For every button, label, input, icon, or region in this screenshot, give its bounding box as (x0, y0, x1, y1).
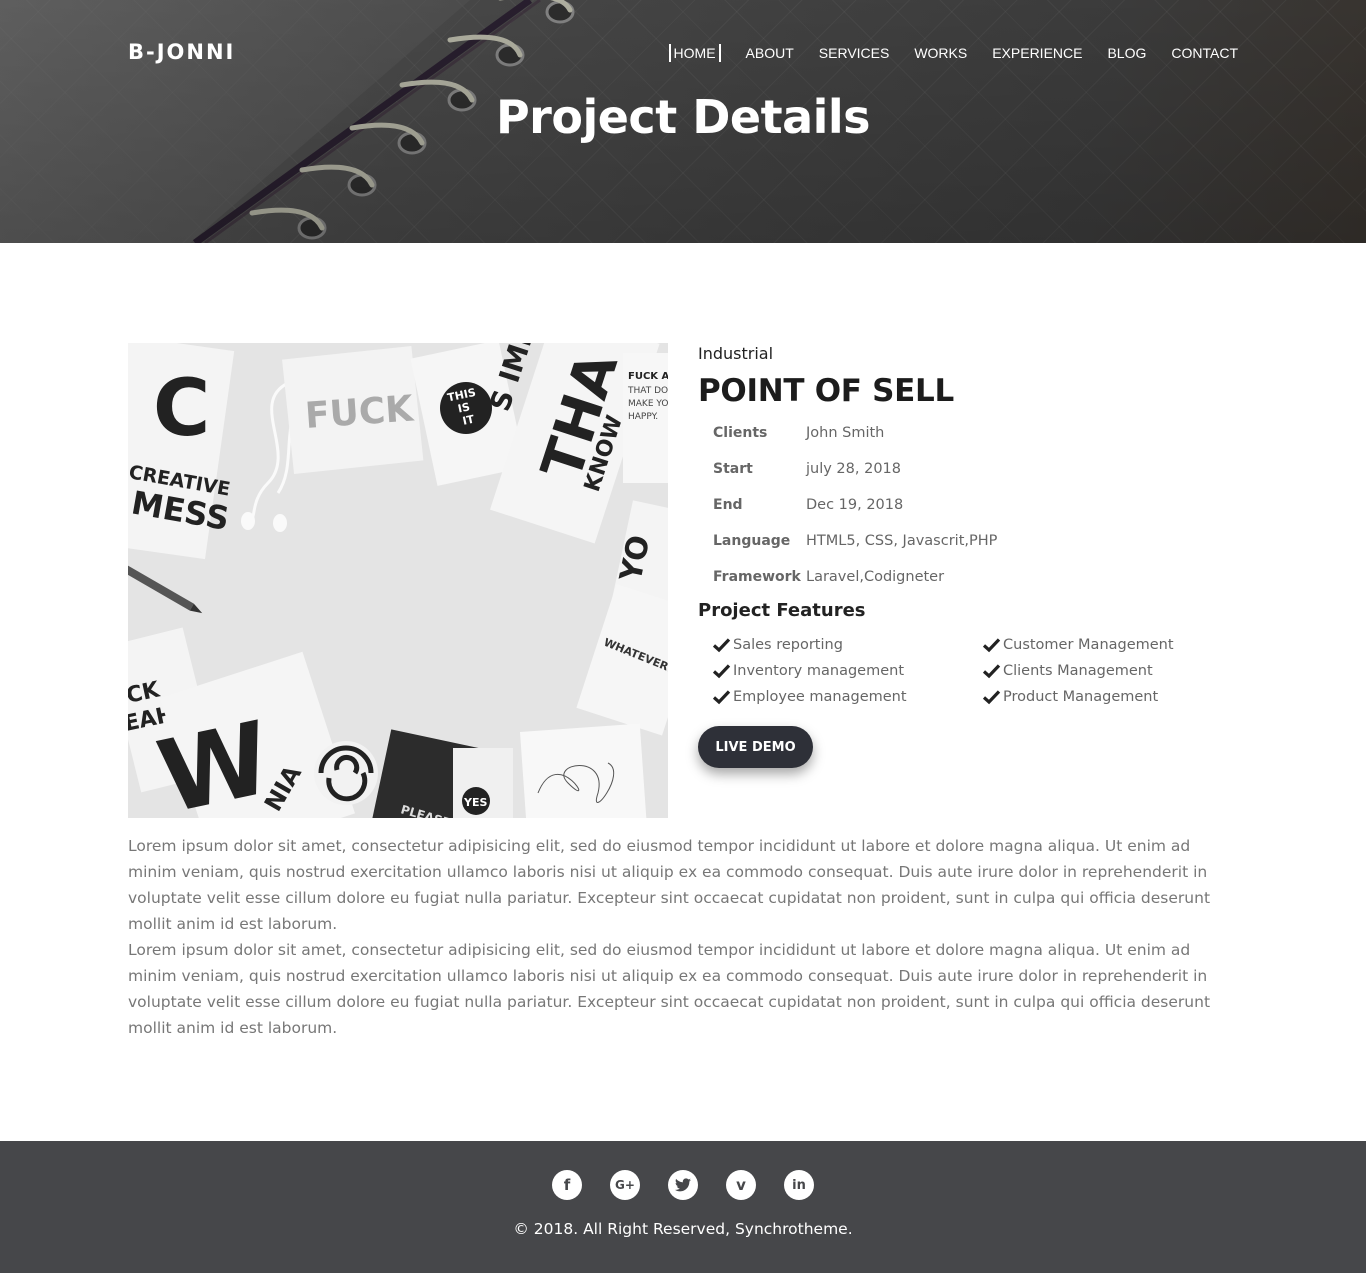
site-logo[interactable]: B-JONNI (128, 40, 235, 64)
nav-item-about[interactable]: ABOUT (746, 44, 794, 62)
project-description: Lorem ipsum dolor sit amet, consectetur … (128, 833, 1238, 1041)
nav-item-home[interactable]: HOME (668, 44, 721, 62)
feature-item: Inventory management (713, 658, 983, 684)
check-icon (983, 664, 1001, 679)
info-label: Start (713, 461, 753, 477)
collage-letter-c: C (153, 364, 210, 454)
feature-label: Product Management (1003, 689, 1159, 705)
info-row-start: Start july 28, 2018 (713, 451, 1238, 487)
collage-text-fuck: FUCK (304, 388, 416, 437)
info-value: HTML5, CSS, Javascrit,PHP (806, 533, 998, 549)
project-details: Industrial POINT OF SELL Clients John Sm… (698, 343, 1238, 768)
nav-item-contact[interactable]: CONTACT (1171, 44, 1238, 62)
project-info-table: Clients John Smith Start july 28, 2018 E… (713, 415, 1238, 595)
feature-item: Customer Management (983, 632, 1233, 658)
info-row-clients: Clients John Smith (713, 415, 1238, 451)
feature-label: Customer Management (1003, 637, 1174, 653)
check-icon (713, 664, 731, 679)
description-paragraph: Lorem ipsum dolor sit amet, consectetur … (128, 837, 1211, 933)
google-plus-icon[interactable]: G+ (610, 1170, 640, 1200)
feature-item: Sales reporting (713, 632, 983, 658)
nav-item-works[interactable]: WORKS (914, 44, 967, 62)
twitter-icon[interactable] (668, 1170, 698, 1200)
info-row-language: Language HTML5, CSS, Javascrit,PHP (713, 523, 1238, 559)
social-links: f G+ v in (0, 1170, 1366, 1200)
nav-item-services[interactable]: SERVICES (819, 44, 890, 62)
site-footer: f G+ v in © 2018. All Right Reserved, Sy… (0, 1141, 1366, 1273)
hero-header: B-JONNI HOME ABOUT SERVICES WORKS EXPERI… (0, 0, 1366, 243)
info-row-end: End Dec 19, 2018 (713, 487, 1238, 523)
info-label: End (713, 497, 743, 513)
project-category: Industrial (698, 344, 774, 363)
info-value: John Smith (806, 425, 885, 441)
main-nav: HOME ABOUT SERVICES WORKS EXPERIENCE BLO… (668, 44, 1238, 62)
project-image: C CREATIVE MESS FUCK THIS IS IT S IMPOR … (128, 343, 668, 818)
project-collage-illustration: C CREATIVE MESS FUCK THIS IS IT S IMPOR … (128, 343, 668, 818)
info-label: Framework (713, 569, 801, 585)
check-icon (983, 638, 1001, 653)
collage-text-fuck-small: FUCK AN (628, 371, 668, 382)
vimeo-icon[interactable]: v (726, 1170, 756, 1200)
feature-item: Clients Management (983, 658, 1233, 684)
check-icon (983, 690, 1001, 705)
features-list: Sales reporting Customer Management Inve… (713, 632, 1238, 710)
feature-item: Employee management (713, 684, 983, 710)
description-paragraph: Lorem ipsum dolor sit amet, consectetur … (128, 941, 1211, 1037)
nav-item-experience[interactable]: EXPERIENCE (992, 44, 1082, 62)
check-icon (713, 638, 731, 653)
linkedin-icon[interactable]: in (784, 1170, 814, 1200)
collage-text-that-do: THAT DO (627, 386, 668, 396)
info-label: Language (713, 533, 791, 549)
nav-item-blog[interactable]: BLOG (1107, 44, 1146, 62)
feature-label: Inventory management (733, 663, 904, 679)
info-value: Dec 19, 2018 (806, 497, 904, 513)
feature-label: Clients Management (1003, 663, 1153, 679)
live-demo-button[interactable]: LIVE DEMO (698, 726, 813, 768)
collage-text-make-yo: MAKE YO (628, 399, 668, 409)
copyright-text: © 2018. All Right Reserved, Synchrotheme… (513, 1220, 853, 1238)
info-value: july 28, 2018 (806, 461, 902, 477)
info-value: Laravel,Codigneter (806, 569, 945, 585)
check-icon (713, 690, 731, 705)
facebook-icon[interactable]: f (552, 1170, 582, 1200)
project-name: POINT OF SELL (698, 373, 954, 409)
twitter-bird-glyph (675, 1178, 691, 1192)
feature-label: Sales reporting (733, 637, 843, 653)
feature-item: Product Management (983, 684, 1233, 710)
feature-label: Employee management (733, 689, 907, 705)
collage-text-yes: YES (463, 796, 487, 809)
info-label: Clients (713, 425, 768, 441)
info-row-framework: Framework Laravel,Codigneter (713, 559, 1238, 595)
page-title: Project Details (495, 90, 871, 144)
collage-text-happy: HAPPY. (628, 412, 658, 422)
features-title: Project Features (698, 600, 866, 621)
